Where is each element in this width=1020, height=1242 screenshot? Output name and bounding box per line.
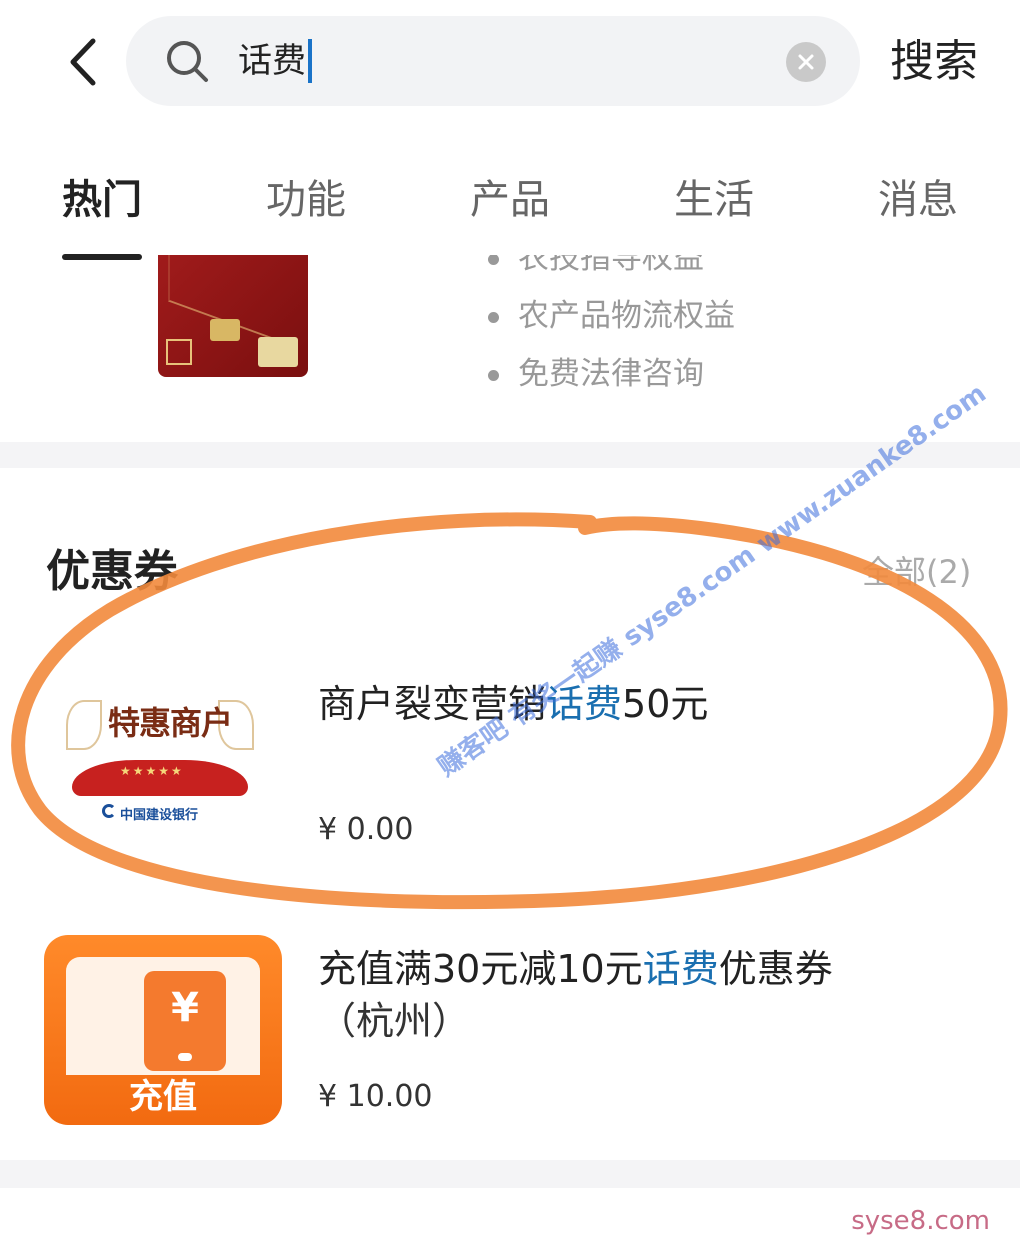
clear-button[interactable] bbox=[786, 42, 826, 82]
phone-icon: ¥ bbox=[144, 971, 226, 1071]
search-header: 话费 搜索 bbox=[0, 0, 1020, 125]
product-card[interactable]: 农技指导权益 农产品物流权益 免费法律咨询 bbox=[0, 255, 1020, 440]
back-icon bbox=[70, 38, 96, 86]
coupon-subtitle: （杭州） bbox=[318, 999, 471, 1043]
coupon-price: ¥ 0.00 bbox=[318, 812, 414, 847]
benefit-item: 农技指导权益 bbox=[488, 255, 735, 287]
search-icon bbox=[167, 41, 208, 82]
tab-hot[interactable]: 热门 bbox=[62, 170, 142, 230]
unionpay-logo bbox=[258, 337, 298, 367]
card-chip bbox=[210, 319, 240, 341]
yen-icon: ¥ bbox=[171, 985, 199, 1031]
coupon-item[interactable]: ¥ 充值 充值满30元减10元话费优惠券 （杭州） ¥ 10.00 bbox=[0, 935, 1020, 1135]
back-button[interactable] bbox=[52, 30, 112, 94]
coupon-price: ¥ 10.00 bbox=[318, 1079, 433, 1114]
search-input[interactable]: 话费 bbox=[238, 36, 312, 86]
clear-icon bbox=[798, 54, 814, 70]
category-tabs: 热门 功能 产品 生活 消息 bbox=[0, 160, 1020, 270]
recharge-image: ¥ 充值 bbox=[44, 935, 282, 1125]
card-seal bbox=[166, 339, 192, 365]
recharge-label: 充值 bbox=[129, 1077, 197, 1117]
see-all-link[interactable]: 全部(2) bbox=[862, 548, 971, 596]
tab-message[interactable]: 消息 bbox=[878, 170, 958, 230]
stars-icon: ★★★★★ bbox=[120, 764, 184, 778]
benefit-item: 农产品物流权益 bbox=[488, 287, 735, 345]
text-caret bbox=[308, 39, 312, 83]
section-divider bbox=[0, 1160, 1020, 1188]
benefit-list: 农技指导权益 农产品物流权益 免费法律咨询 bbox=[488, 255, 735, 403]
merchant-badge-image: 特惠商户 ★★★★★ 中国建设银行 bbox=[60, 680, 260, 840]
coupon-section-title: 优惠券 bbox=[46, 546, 178, 597]
benefit-item: 免费法律咨询 bbox=[488, 345, 735, 403]
search-query: 话费 bbox=[238, 41, 306, 81]
merchant-badge-text: 特惠商户 bbox=[108, 704, 233, 742]
tab-function[interactable]: 功能 bbox=[266, 170, 346, 230]
search-button[interactable]: 搜索 bbox=[890, 34, 978, 90]
tab-life[interactable]: 生活 bbox=[674, 170, 754, 230]
ccb-logo-icon bbox=[102, 804, 116, 818]
tab-product[interactable]: 产品 bbox=[470, 170, 550, 230]
coupon-title: 充值满30元减10元话费优惠券 bbox=[318, 947, 833, 991]
keyword-highlight: 话费 bbox=[642, 947, 719, 991]
bank-name: 中国建设银行 bbox=[120, 808, 199, 823]
corner-watermark: syse8.com bbox=[851, 1206, 990, 1236]
search-box[interactable]: 话费 bbox=[126, 16, 860, 106]
coupon-item[interactable]: 特惠商户 ★★★★★ 中国建设银行 商户裂变营销话费50元 ¥ 0.00 bbox=[0, 660, 1020, 880]
bank-card-image bbox=[158, 255, 308, 377]
